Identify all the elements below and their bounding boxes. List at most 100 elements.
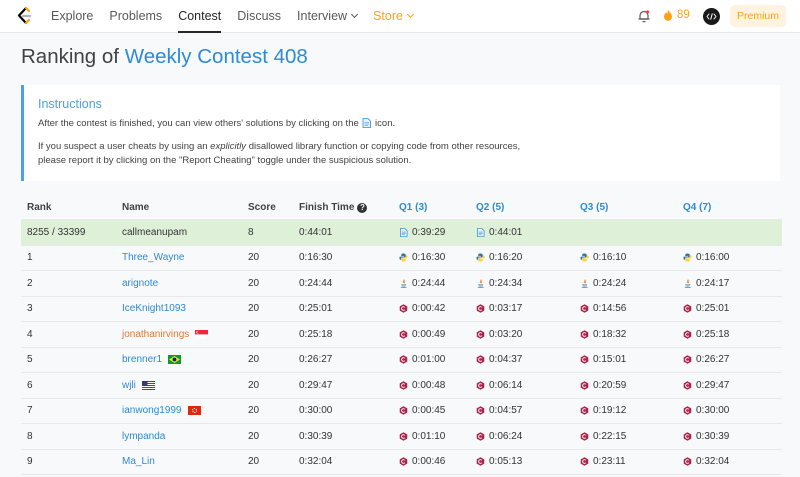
q4-solution[interactable]: 0:32:04 [683, 450, 729, 475]
q4-solution[interactable]: 0:30:39 [683, 424, 729, 449]
q4-time: 0:26:27 [696, 354, 730, 366]
contest-name-link[interactable]: Weekly Contest 408 [125, 45, 308, 68]
leetcode-logo[interactable] [14, 6, 34, 26]
notification-bell-icon[interactable] [637, 9, 651, 23]
fire-icon [664, 9, 672, 21]
hong-kong-flag-icon [187, 406, 201, 416]
avatar[interactable] [703, 8, 720, 25]
header-rank: Rank [27, 202, 52, 213]
q2-solution[interactable]: 0:24:34 [476, 271, 522, 296]
q3-solution[interactable]: 0:24:24 [580, 271, 626, 296]
chevron-down-icon [406, 10, 415, 19]
nav-explore[interactable]: Explore [51, 0, 93, 33]
instructions-line-1-text: After the contest is finished, you can v… [38, 118, 359, 129]
header-q4-link[interactable]: Q4 (7) [683, 196, 711, 219]
q4-time: 0:29:47 [696, 379, 730, 391]
username-link[interactable]: lympanda [122, 431, 165, 442]
q2-solution[interactable]: 0:16:20 [476, 246, 522, 271]
my-q2-time: 0:44:01 [489, 226, 523, 238]
username-link[interactable]: Three_Wayne [122, 252, 184, 263]
my-q1-solution[interactable]: 0:39:29 [399, 220, 445, 245]
q4-solution[interactable]: 0:26:27 [683, 348, 729, 373]
username-cell: wjli [122, 373, 155, 398]
username-link[interactable]: brenner1 [122, 354, 162, 365]
q4-solution[interactable]: 0:25:18 [683, 322, 729, 347]
q3-time: 0:20:59 [593, 379, 627, 391]
python-icon [476, 253, 485, 262]
q3-solution[interactable]: 0:15:01 [580, 348, 626, 373]
username-link[interactable]: Ma_Lin [122, 456, 155, 467]
top-nav: Explore Problems Contest Discuss Intervi… [0, 0, 800, 33]
q2-time: 0:04:37 [489, 354, 523, 366]
q2-solution[interactable]: 0:05:13 [476, 450, 522, 475]
q1-time: 0:01:00 [412, 354, 446, 366]
nav-discuss[interactable]: Discuss [237, 0, 281, 33]
q1-solution[interactable]: 0:00:49 [399, 322, 445, 347]
q1-solution[interactable]: 0:00:42 [399, 297, 445, 322]
q1-solution[interactable]: 0:16:30 [399, 246, 445, 271]
cpp-icon [476, 406, 485, 415]
q3-solution[interactable]: 0:22:15 [580, 424, 626, 449]
username-link[interactable]: arignote [122, 278, 158, 289]
q3-solution[interactable]: 0:14:56 [580, 297, 626, 322]
username-link[interactable]: wjli [122, 380, 136, 391]
my-username: callmeanupam [122, 226, 188, 238]
q1-solution[interactable]: 0:00:48 [399, 373, 445, 398]
q4-time: 0:25:18 [696, 328, 730, 340]
q3-solution[interactable]: 0:23:11 [580, 450, 626, 475]
java-icon [477, 279, 484, 288]
q4-solution[interactable]: 0:25:01 [683, 297, 729, 322]
q4-time: 0:30:39 [696, 430, 730, 442]
nav-contest[interactable]: Contest [178, 0, 222, 33]
q4-solution[interactable]: 0:29:47 [683, 373, 729, 398]
header-q2-link[interactable]: Q2 (5) [476, 196, 504, 219]
q1-solution[interactable]: 0:01:00 [399, 348, 445, 373]
q3-time: 0:14:56 [593, 303, 627, 315]
q1-solution[interactable]: 0:00:46 [399, 450, 445, 475]
q1-solution[interactable]: 0:24:44 [399, 271, 445, 296]
username-link[interactable]: jonathanirvings [122, 329, 189, 340]
q3-solution[interactable]: 0:18:32 [580, 322, 626, 347]
q2-solution[interactable]: 0:06:14 [476, 373, 522, 398]
q2-solution[interactable]: 0:06:24 [476, 424, 522, 449]
nav-interview[interactable]: Interview [297, 0, 359, 33]
cpp-icon [580, 406, 589, 415]
rank-cell: 4 [27, 328, 33, 340]
chevron-down-icon [351, 10, 359, 19]
my-q2-solution[interactable]: 0:44:01 [476, 220, 522, 245]
streak-counter[interactable]: 89 [663, 9, 690, 21]
nav-store[interactable]: Store [373, 0, 415, 33]
q3-solution[interactable]: 0:16:10 [580, 246, 626, 271]
rank-cell: 7 [27, 405, 33, 417]
header-finish-time: Finish Time? [299, 196, 368, 219]
q1-solution[interactable]: 0:00:45 [399, 399, 445, 424]
q4-solution[interactable]: 0:24:17 [683, 271, 729, 296]
java-icon [684, 279, 691, 288]
username-link[interactable]: ianwong1999 [122, 405, 182, 416]
header-q1-link[interactable]: Q1 (3) [399, 196, 427, 219]
q3-solution[interactable]: 0:19:12 [580, 399, 626, 424]
username-link[interactable]: IceKnight1093 [122, 303, 186, 314]
my-q1-time: 0:39:29 [412, 226, 446, 238]
q2-solution[interactable]: 0:03:20 [476, 322, 522, 347]
q3-time: 0:16:10 [593, 252, 627, 264]
table-row: 5 brenner1 20 0:26:27 0:01:00 0:04:37 0:15:01 0… [21, 348, 782, 373]
table-row: 3 IceKnight1093 20 0:25:01 0:00:42 0:03:17 0:1… [21, 297, 782, 322]
q2-solution[interactable]: 0:04:37 [476, 348, 522, 373]
q1-time: 0:01:10 [412, 430, 446, 442]
cpp-icon [399, 457, 408, 466]
java-icon [581, 279, 588, 288]
nav-problems[interactable]: Problems [109, 0, 162, 33]
q4-solution[interactable]: 0:16:00 [683, 246, 729, 271]
cpp-icon [399, 432, 408, 441]
q4-solution[interactable]: 0:30:00 [683, 399, 729, 424]
premium-button[interactable]: Premium [730, 5, 786, 27]
q2-solution[interactable]: 0:04:57 [476, 399, 522, 424]
q1-solution[interactable]: 0:01:10 [399, 424, 445, 449]
header-q3-link[interactable]: Q3 (5) [580, 196, 608, 219]
q2-solution[interactable]: 0:03:17 [476, 297, 522, 322]
q3-solution[interactable]: 0:20:59 [580, 373, 626, 398]
nav-store-label: Store [373, 9, 403, 23]
help-icon[interactable]: ? [357, 202, 368, 213]
singapore-flag-icon [195, 329, 209, 339]
